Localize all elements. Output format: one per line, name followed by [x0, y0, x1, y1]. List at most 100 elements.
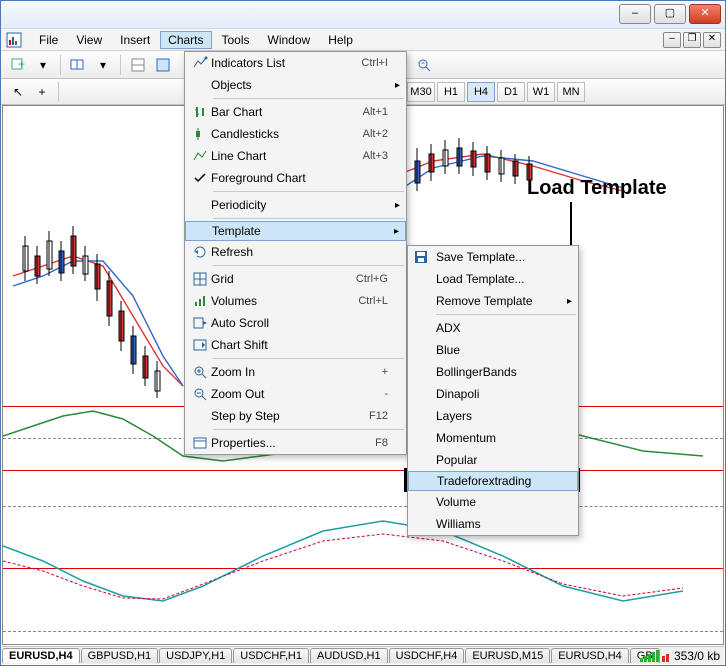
template-item-save-template[interactable]: Save Template...: [408, 246, 578, 268]
menu-insert[interactable]: Insert: [112, 31, 158, 49]
menu-item-shortcut: Alt+1: [345, 106, 388, 118]
menu-item-bar-chart[interactable]: Bar ChartAlt+1: [185, 101, 406, 123]
menu-item-shortcut: Ctrl+G: [338, 273, 388, 285]
chart-tab[interactable]: USDJPY,H1: [159, 648, 232, 663]
menu-item-label: Dinapoli: [436, 387, 564, 401]
menu-item-label: Save Template...: [436, 250, 564, 264]
menu-item-properties[interactable]: Properties...F8: [185, 432, 406, 454]
titlebar[interactable]: – ▢ ✕: [1, 1, 725, 29]
navigator-button[interactable]: [152, 54, 174, 76]
menu-item-label: Periodicity: [211, 198, 388, 212]
menu-item-periodicity[interactable]: Periodicity ▸: [185, 194, 406, 216]
menu-item-grid[interactable]: GridCtrl+G: [185, 268, 406, 290]
mdi-close-button[interactable]: ✕: [703, 32, 721, 48]
template-item-volume[interactable]: Volume: [408, 491, 578, 513]
chart-tabs: EURUSD,H4GBPUSD,H1USDJPY,H1USDCHF,H1AUDU…: [2, 646, 724, 664]
chart-tab[interactable]: USDCHF,H1: [233, 648, 309, 663]
chart-tab[interactable]: EURUSD,H4: [2, 648, 80, 663]
menu-item-shortcut: Alt+3: [345, 150, 388, 162]
menu-item-line-chart[interactable]: Line ChartAlt+3: [185, 145, 406, 167]
mdi-minimize-button[interactable]: –: [663, 32, 681, 48]
window-minimize-button[interactable]: –: [619, 4, 651, 24]
market-watch-button[interactable]: [127, 54, 149, 76]
menu-item-auto-scroll[interactable]: Auto Scroll: [185, 312, 406, 334]
menu-item-label: Bar Chart: [211, 105, 345, 119]
window-close-button[interactable]: ✕: [689, 4, 721, 24]
chart-tab[interactable]: AUDUSD,H1: [310, 648, 388, 663]
menu-charts[interactable]: Charts: [160, 31, 211, 49]
chart-tab[interactable]: EURUSD,H4: [551, 648, 629, 663]
menu-item-objects[interactable]: Objects ▸: [185, 74, 406, 96]
indicators-icon-icon: [189, 54, 211, 72]
menu-item-label: Zoom Out: [211, 387, 366, 401]
template-item-tradeforextrading[interactable]: Tradeforextrading: [408, 471, 578, 491]
charts-dropdown-menu: Indicators ListCtrl+IObjects▸Bar ChartAl…: [184, 51, 407, 455]
menu-item-chart-shift[interactable]: Chart Shift: [185, 334, 406, 356]
menu-item-label: Williams: [436, 517, 564, 531]
menu-help[interactable]: Help: [320, 31, 361, 49]
menu-item-label: Candlesticks: [211, 127, 345, 141]
chart-tab[interactable]: USDCHF,H4: [389, 648, 465, 663]
menu-item-label: Properties...: [211, 436, 357, 450]
dropdown-arrow-icon[interactable]: ▾: [92, 54, 114, 76]
check-icon: [189, 169, 211, 187]
submenu-arrow-icon: ▸: [395, 200, 400, 211]
timeframe-h4[interactable]: H4: [467, 82, 495, 102]
grid-icon-icon: [189, 270, 211, 288]
app-window: – ▢ ✕ File View Insert Charts Tools Wind…: [0, 0, 726, 666]
menu-item-label: Objects: [211, 78, 388, 92]
cursor-tool-icon[interactable]: ↖: [7, 81, 29, 103]
window-maximize-button[interactable]: ▢: [654, 4, 686, 24]
menu-item-label: ADX: [436, 321, 564, 335]
menu-window[interactable]: Window: [260, 31, 319, 49]
template-submenu: Save Template... Load Template...Remove T…: [407, 245, 579, 536]
timeframe-h1[interactable]: H1: [437, 82, 465, 102]
menu-item-indicators-list[interactable]: Indicators ListCtrl+I: [185, 52, 406, 74]
timeframe-mn[interactable]: MN: [557, 82, 585, 102]
menu-item-foreground-chart[interactable]: Foreground Chart: [185, 167, 406, 189]
template-item-popular[interactable]: Popular: [408, 449, 578, 471]
menu-view[interactable]: View: [68, 31, 110, 49]
menu-item-label: Blue: [436, 343, 564, 357]
template-item-load-template[interactable]: Load Template...: [408, 268, 578, 290]
template-item-layers[interactable]: Layers: [408, 405, 578, 427]
line-chart-icon-icon: [189, 147, 211, 165]
chart-tab[interactable]: GBPUSD,H1: [81, 648, 159, 663]
menu-item-template[interactable]: Template▸: [185, 221, 406, 241]
menu-item-label: Volume: [436, 495, 564, 509]
template-item-blue[interactable]: Blue: [408, 339, 578, 361]
save-icon: [410, 248, 432, 266]
menu-item-candlesticks[interactable]: CandlesticksAlt+2: [185, 123, 406, 145]
menu-item-label: Line Chart: [211, 149, 345, 163]
menu-item-shortcut: -: [366, 388, 388, 400]
menu-item-step-by-step[interactable]: Step by StepF12: [185, 405, 406, 427]
menu-item-refresh[interactable]: Refresh: [185, 241, 406, 263]
template-item-williams[interactable]: Williams: [408, 513, 578, 535]
crosshair-tool-icon[interactable]: +: [31, 81, 53, 103]
submenu-arrow-icon: ▸: [395, 80, 400, 91]
menu-file[interactable]: File: [31, 31, 66, 49]
template-item-momentum[interactable]: Momentum: [408, 427, 578, 449]
chart-tab[interactable]: EURUSD,M15: [465, 648, 550, 663]
menu-item-shortcut: Alt+2: [345, 128, 388, 140]
menu-item-label: Indicators List: [211, 56, 343, 70]
menu-item-shortcut: Ctrl+I: [343, 57, 388, 69]
template-item-bollingerbands[interactable]: BollingerBands: [408, 361, 578, 383]
timeframe-m30[interactable]: M30: [407, 82, 435, 102]
dropdown-arrow-icon[interactable]: ▾: [32, 54, 54, 76]
mdi-restore-button[interactable]: ❐: [683, 32, 701, 48]
template-item-dinapoli[interactable]: Dinapoli: [408, 383, 578, 405]
status-bar: 353/0 kb: [640, 649, 720, 663]
menu-item-zoom-out[interactable]: Zoom Out-: [185, 383, 406, 405]
menu-tools[interactable]: Tools: [214, 31, 258, 49]
menu-item-zoom-in[interactable]: Zoom In+: [185, 361, 406, 383]
profiles-button[interactable]: [67, 54, 89, 76]
timeframe-d1[interactable]: D1: [497, 82, 525, 102]
timeframe-w1[interactable]: W1: [527, 82, 555, 102]
menu-item-label: Template: [212, 224, 387, 238]
template-item-remove-template[interactable]: Remove Template▸: [408, 290, 578, 312]
menu-item-volumes[interactable]: VolumesCtrl+L: [185, 290, 406, 312]
zoom-out-toolbar-icon[interactable]: -: [413, 54, 435, 76]
template-item-adx[interactable]: ADX: [408, 317, 578, 339]
new-chart-button[interactable]: +: [7, 54, 29, 76]
